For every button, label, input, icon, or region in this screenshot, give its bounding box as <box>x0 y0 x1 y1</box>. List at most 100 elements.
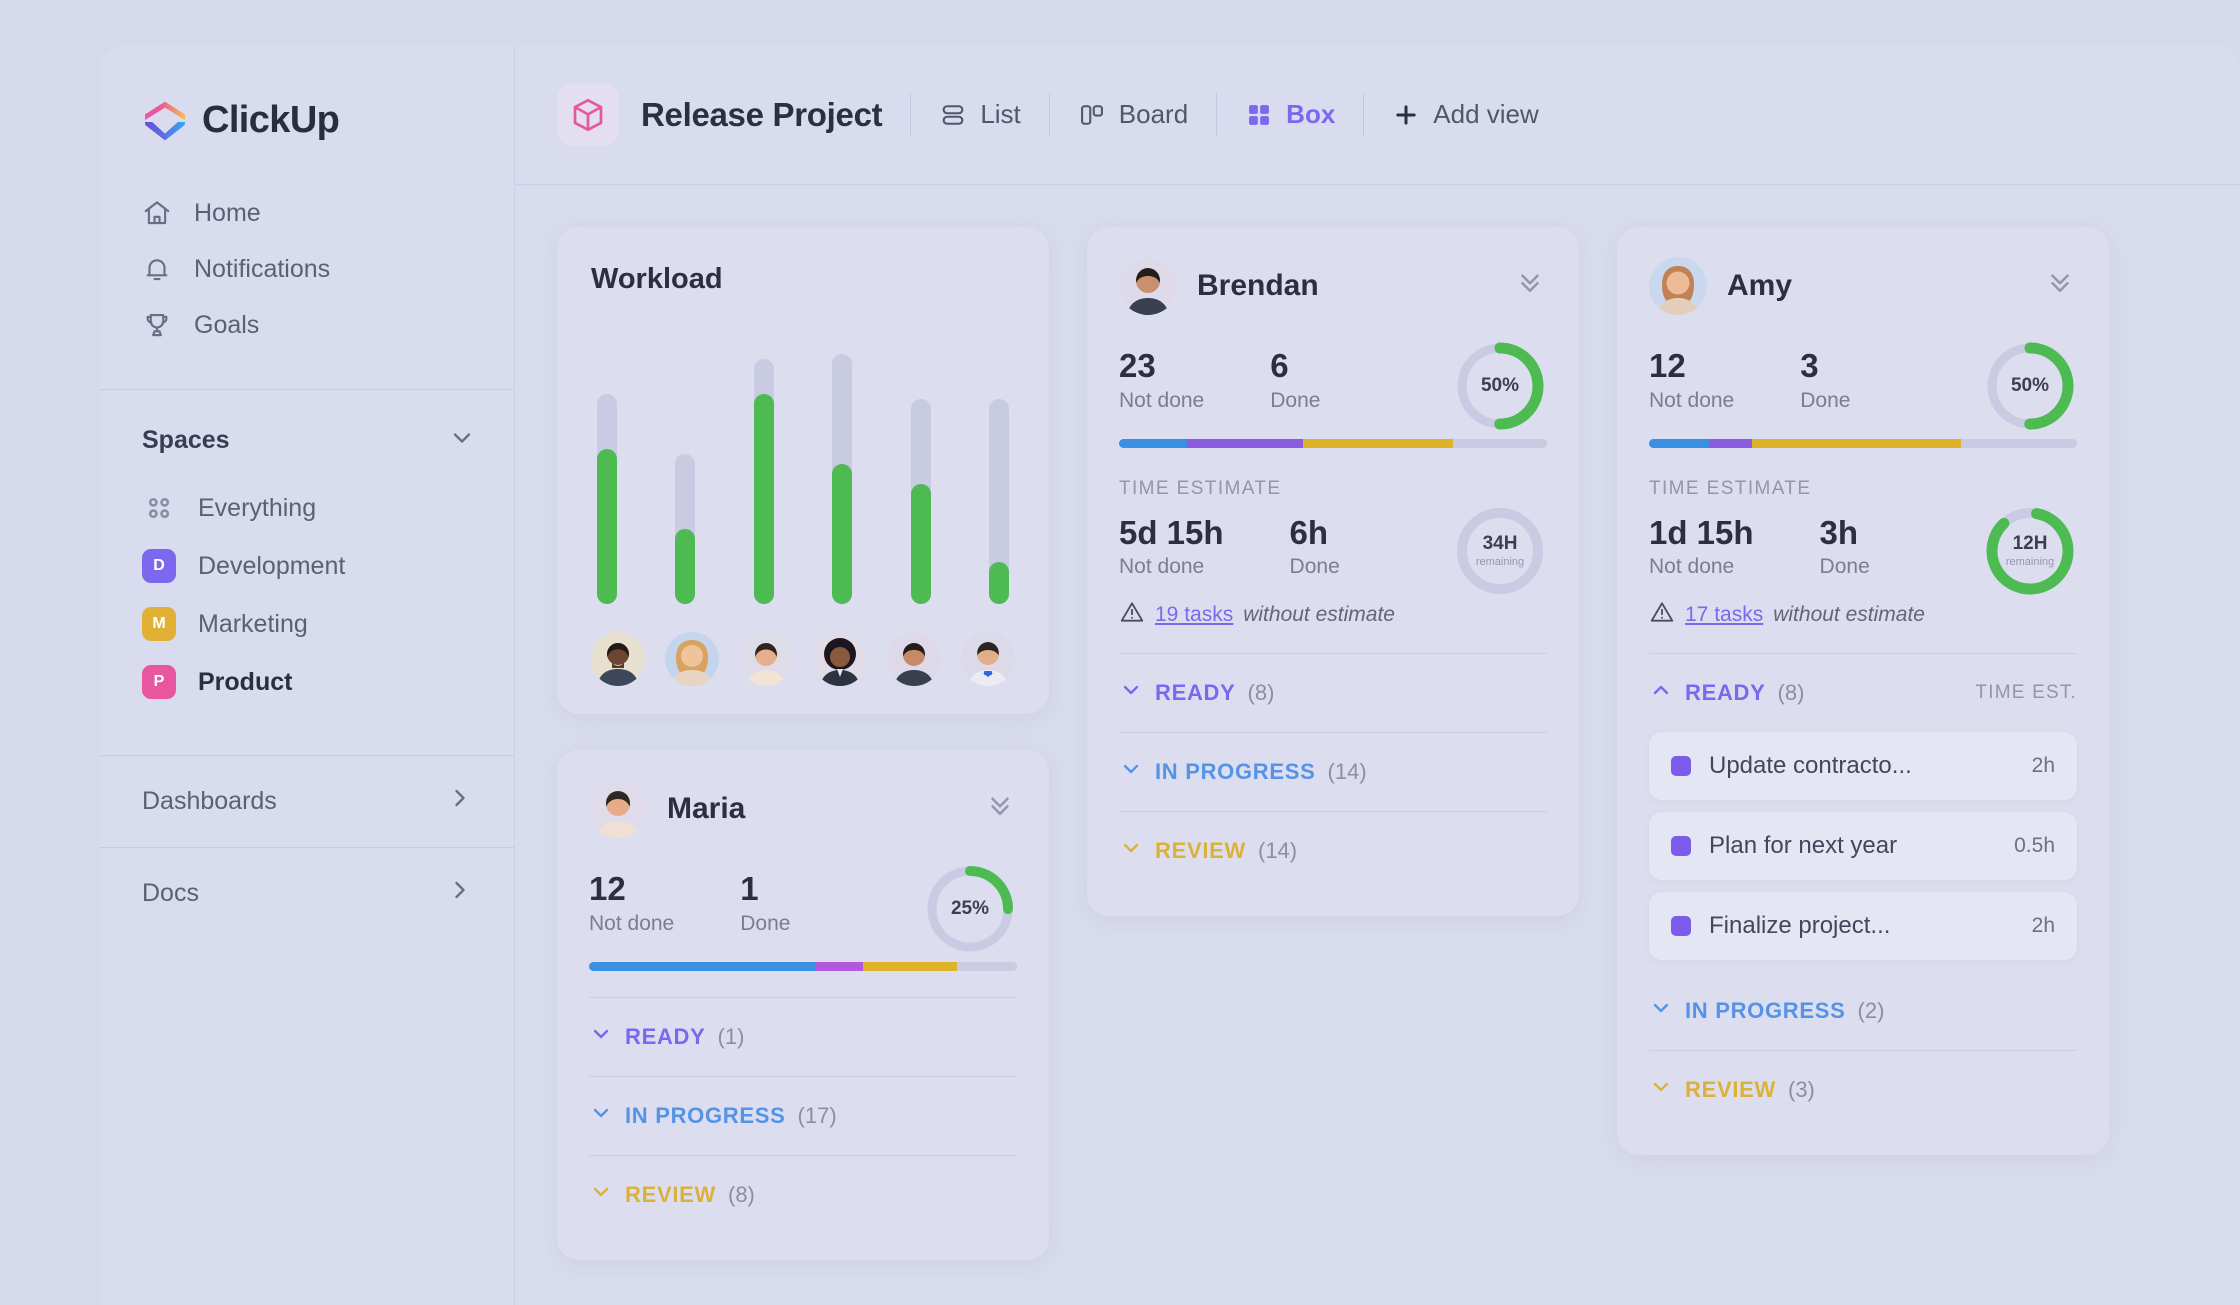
person-name: Brendan <box>1197 269 1319 303</box>
tasks-without-estimate-link[interactable]: 17 tasks <box>1685 603 1763 627</box>
chevron-down-icon[interactable] <box>448 424 476 457</box>
sidebar-item-dashboards[interactable]: Dashboards <box>100 755 514 847</box>
chevron-double-down-icon[interactable] <box>1515 267 1545 302</box>
workload-bar[interactable] <box>911 354 931 604</box>
tab-box[interactable]: Box <box>1245 99 1335 130</box>
remaining-sub: remaining <box>1476 556 1524 568</box>
completion-donut: 50% <box>1983 339 2077 433</box>
stat-label: Done <box>1800 389 1850 413</box>
status-section-in-progress[interactable]: IN PROGRESS (14) <box>1119 732 1547 811</box>
person-card-maria: Maria 12 Not done 1 Done <box>557 750 1049 1260</box>
status-count: (8) <box>1248 680 1275 706</box>
sidebar-item-home[interactable]: Home <box>100 185 514 241</box>
board-column-1: Workload <box>557 227 1049 1305</box>
status-section-ready[interactable]: READY (1) <box>589 997 1017 1076</box>
space-badge-product: P <box>142 665 176 699</box>
status-row: IN PROGRESS (17) <box>589 1077 1017 1155</box>
chevron-double-down-icon[interactable] <box>985 790 1015 825</box>
tab-board[interactable]: Board <box>1078 99 1188 130</box>
task-row[interactable]: Update contracto... 2h <box>1649 732 2077 800</box>
te-done: 3h Done <box>1820 516 1870 580</box>
status-count: (3) <box>1788 1077 1815 1103</box>
chevron-down-icon[interactable] <box>589 1180 613 1210</box>
avatar[interactable] <box>589 780 647 838</box>
workload-bar[interactable] <box>675 354 695 604</box>
chevron-down-icon[interactable] <box>1119 836 1143 866</box>
avatar[interactable] <box>591 632 645 686</box>
chevron-down-icon[interactable] <box>1649 996 1673 1026</box>
status-section-ready[interactable]: READY (8) TIME EST. <box>1649 653 2077 732</box>
separator <box>1216 93 1217 137</box>
stat-done: 1 Done <box>740 872 790 936</box>
sidebar-item-marketing[interactable]: M Marketing <box>100 595 514 653</box>
stat-not-done: 23 Not done <box>1119 349 1204 413</box>
box-view-board: Workload <box>515 185 2240 1305</box>
person-stats: 12 Not done 1 Done 25% <box>589 872 1017 936</box>
chevron-down-icon[interactable] <box>589 1022 613 1052</box>
workload-bar[interactable] <box>832 354 852 604</box>
task-row[interactable]: Finalize project... 2h <box>1649 892 2077 960</box>
chevron-down-icon[interactable] <box>589 1101 613 1131</box>
status-section-review[interactable]: REVIEW (14) <box>1119 811 1547 890</box>
spaces-header[interactable]: Spaces <box>100 390 514 479</box>
status-count: (14) <box>1328 759 1367 785</box>
status-section-review[interactable]: REVIEW (8) <box>589 1155 1017 1234</box>
person-stats: 23 Not done 6 Done 50% <box>1119 349 1547 413</box>
avatar[interactable] <box>887 632 941 686</box>
sidebar-item-docs[interactable]: Docs <box>100 847 514 939</box>
remaining-donut: 12H remaining <box>1983 504 2077 598</box>
avatar[interactable] <box>813 632 867 686</box>
segment-purple <box>1187 439 1303 448</box>
avatar[interactable] <box>1119 257 1177 315</box>
workload-bar[interactable] <box>597 354 617 604</box>
sidebar-item-product[interactable]: P Product <box>100 653 514 711</box>
stat-value: 3h <box>1820 516 1870 551</box>
sidebar-item-label: Everything <box>198 494 316 523</box>
status-section-review[interactable]: REVIEW (3) <box>1649 1050 2077 1129</box>
add-view-button[interactable]: Add view <box>1392 99 1539 130</box>
stat-label: Not done <box>1119 555 1224 579</box>
tasks-without-estimate-link[interactable]: 19 tasks <box>1155 603 1233 627</box>
status-section-in-progress[interactable]: IN PROGRESS (17) <box>589 1076 1017 1155</box>
workload-avatars <box>591 604 1015 686</box>
status-row: READY (8) <box>1119 654 1547 732</box>
segment-yellow <box>1303 439 1453 448</box>
workload-bar[interactable] <box>989 354 1009 604</box>
task-row[interactable]: Plan for next year 0.5h <box>1649 812 2077 880</box>
time-estimate-label: TIME ESTIMATE <box>1119 478 1547 500</box>
separator <box>910 93 911 137</box>
sidebar-item-development[interactable]: D Development <box>100 537 514 595</box>
sidebar-item-everything[interactable]: Everything <box>100 479 514 537</box>
trophy-icon <box>142 310 172 340</box>
chevron-down-icon[interactable] <box>1119 678 1143 708</box>
sidebar-item-goals[interactable]: Goals <box>100 297 514 353</box>
stat-value: 6h <box>1290 516 1340 551</box>
stat-label: Not done <box>1119 389 1204 413</box>
tab-list[interactable]: List <box>939 99 1020 130</box>
avatar[interactable] <box>739 632 793 686</box>
sidebar-item-notifications[interactable]: Notifications <box>100 241 514 297</box>
chevron-down-icon[interactable] <box>1119 757 1143 787</box>
chevron-double-down-icon[interactable] <box>2045 267 2075 302</box>
remaining-sub: remaining <box>2006 556 2054 568</box>
no-estimate-warning[interactable]: 19 tasks without estimate <box>1119 599 1547 631</box>
chevron-up-icon[interactable] <box>1649 678 1673 708</box>
segment-blue <box>1119 439 1187 448</box>
clickup-logo[interactable]: ClickUp <box>100 45 514 185</box>
app-window: ClickUp Home Notifications Goals <box>100 45 2240 1305</box>
avatar[interactable] <box>961 632 1015 686</box>
warning-text: without estimate <box>1243 603 1395 627</box>
remaining-value: 12H <box>2013 533 2048 555</box>
status-progress-bar <box>1649 439 2077 448</box>
person-header: Amy <box>1649 257 2077 315</box>
avatar[interactable] <box>665 632 719 686</box>
status-section-ready[interactable]: READY (8) <box>1119 653 1547 732</box>
topbar: Release Project List Board Box <box>515 45 2240 185</box>
avatar[interactable] <box>1649 257 1707 315</box>
stat-label: Done <box>1820 555 1870 579</box>
workload-bar[interactable] <box>754 354 774 604</box>
no-estimate-warning[interactable]: 17 tasks without estimate <box>1649 599 2077 631</box>
chevron-down-icon[interactable] <box>1649 1075 1673 1105</box>
status-section-in-progress[interactable]: IN PROGRESS (2) <box>1649 972 2077 1050</box>
project-box-icon <box>557 84 619 146</box>
